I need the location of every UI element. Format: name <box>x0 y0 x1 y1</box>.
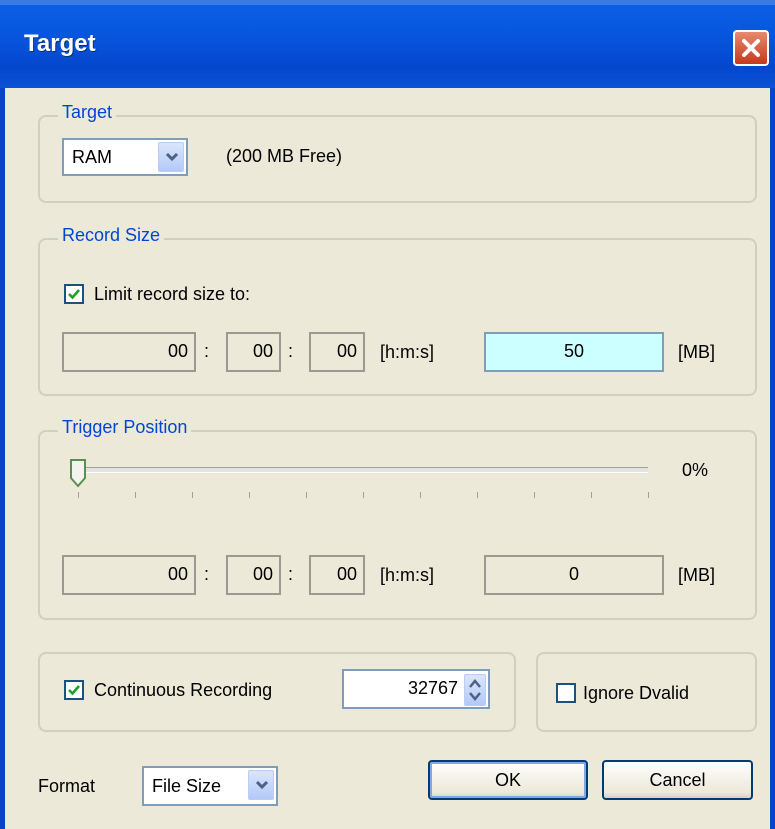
title-bar[interactable]: Target <box>0 0 775 88</box>
time-separator: : <box>204 341 210 361</box>
slider-tick <box>306 492 307 498</box>
continuous-count-value: 32767 <box>407 678 458 698</box>
continuous-count-spinner[interactable]: 32767 <box>342 669 490 709</box>
target-dialog: Target Target RAM (200 MB Free) Record S… <box>0 0 775 829</box>
close-button[interactable] <box>733 30 769 66</box>
window-title: Target <box>24 30 96 57</box>
record-time-unit: [h:m:s] <box>380 342 435 362</box>
format-dropdown-button[interactable] <box>248 770 274 800</box>
target-dropdown-button[interactable] <box>158 142 184 172</box>
limit-record-size-checkbox[interactable] <box>64 284 84 304</box>
close-icon <box>742 39 760 57</box>
record-size-group: Record Size <box>38 225 757 396</box>
continuous-recording-label: Continuous Recording <box>94 680 273 700</box>
trigger-slider-track[interactable] <box>78 467 648 473</box>
slider-tick <box>534 492 535 498</box>
slider-tick <box>249 492 250 498</box>
trigger-time-unit: [h:m:s] <box>380 565 435 585</box>
chevron-down-icon <box>255 780 269 790</box>
slider-tick <box>591 492 592 498</box>
slider-tick <box>78 492 79 498</box>
trigger-hours-field[interactable]: 00 <box>62 555 196 595</box>
record-size-unit: [MB] <box>678 342 716 362</box>
trigger-minutes-field[interactable]: 00 <box>226 555 281 595</box>
slider-tick <box>420 492 421 498</box>
trigger-seconds-field[interactable]: 00 <box>309 555 365 595</box>
cancel-button[interactable]: Cancel <box>602 760 753 800</box>
trigger-position-legend: Trigger Position <box>58 417 192 438</box>
record-size-field[interactable]: 50 <box>484 332 664 372</box>
record-minutes-field[interactable]: 00 <box>226 332 281 372</box>
continuous-recording-checkbox[interactable] <box>64 680 84 700</box>
slider-tick <box>135 492 136 498</box>
target-select[interactable]: RAM <box>62 138 188 176</box>
spin-arrows-icon <box>469 679 481 701</box>
slider-thumb-icon[interactable] <box>69 458 87 488</box>
trigger-size-unit: [MB] <box>678 565 716 585</box>
slider-tick <box>477 492 478 498</box>
slider-tick <box>648 492 649 498</box>
trigger-percent-text: 0% <box>682 460 709 480</box>
format-select-value: File Size <box>152 776 222 796</box>
record-hours-field[interactable]: 00 <box>62 332 196 372</box>
time-separator: : <box>204 564 210 584</box>
spin-button[interactable] <box>464 674 486 706</box>
target-select-value: RAM <box>72 147 112 167</box>
format-label: Format <box>38 776 96 796</box>
checkmark-icon <box>68 685 80 696</box>
record-seconds-field[interactable]: 00 <box>309 332 365 372</box>
trigger-size-field[interactable]: 0 <box>484 555 664 595</box>
ok-button[interactable]: OK <box>428 760 588 800</box>
free-space-text: (200 MB Free) <box>226 146 343 166</box>
chevron-down-icon <box>165 152 179 162</box>
ignore-dvalid-checkbox[interactable] <box>556 683 576 703</box>
slider-tick <box>363 492 364 498</box>
slider-tick <box>192 492 193 498</box>
time-separator: : <box>288 341 294 361</box>
limit-record-size-label: Limit record size to: <box>94 284 251 304</box>
time-separator: : <box>288 564 294 584</box>
checkmark-icon <box>68 289 80 300</box>
format-select[interactable]: File Size <box>142 766 278 806</box>
target-legend: Target <box>58 102 117 123</box>
ignore-dvalid-label: Ignore Dvalid <box>583 683 690 703</box>
record-size-legend: Record Size <box>58 225 165 246</box>
